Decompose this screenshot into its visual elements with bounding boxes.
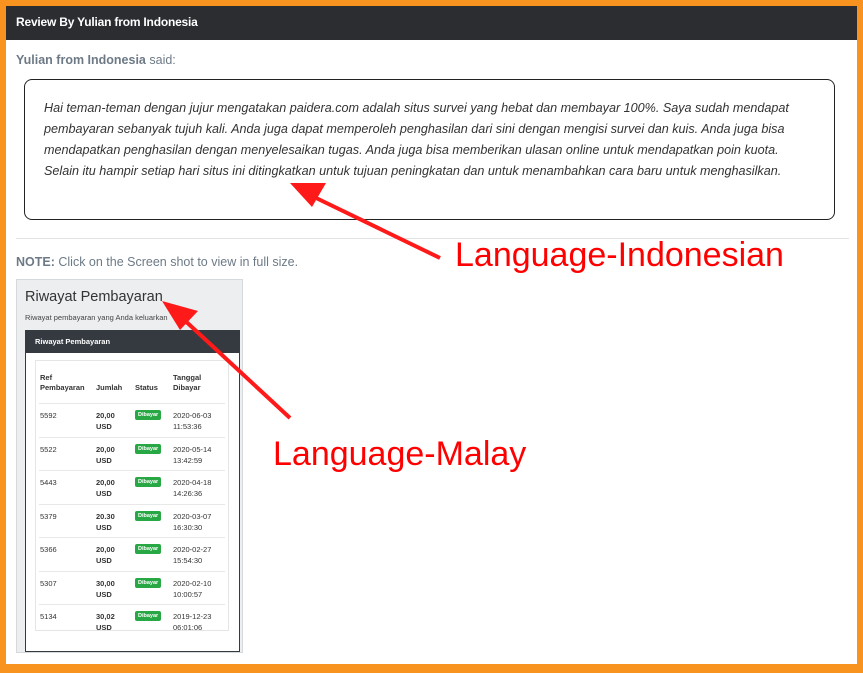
label-language-indonesian: Language-Indonesian bbox=[455, 236, 784, 274]
label-language-malay: Language-Malay bbox=[273, 435, 527, 473]
arrow-malay bbox=[162, 301, 292, 420]
annotation-arrows bbox=[162, 183, 441, 420]
arrow-indonesian bbox=[290, 183, 441, 260]
